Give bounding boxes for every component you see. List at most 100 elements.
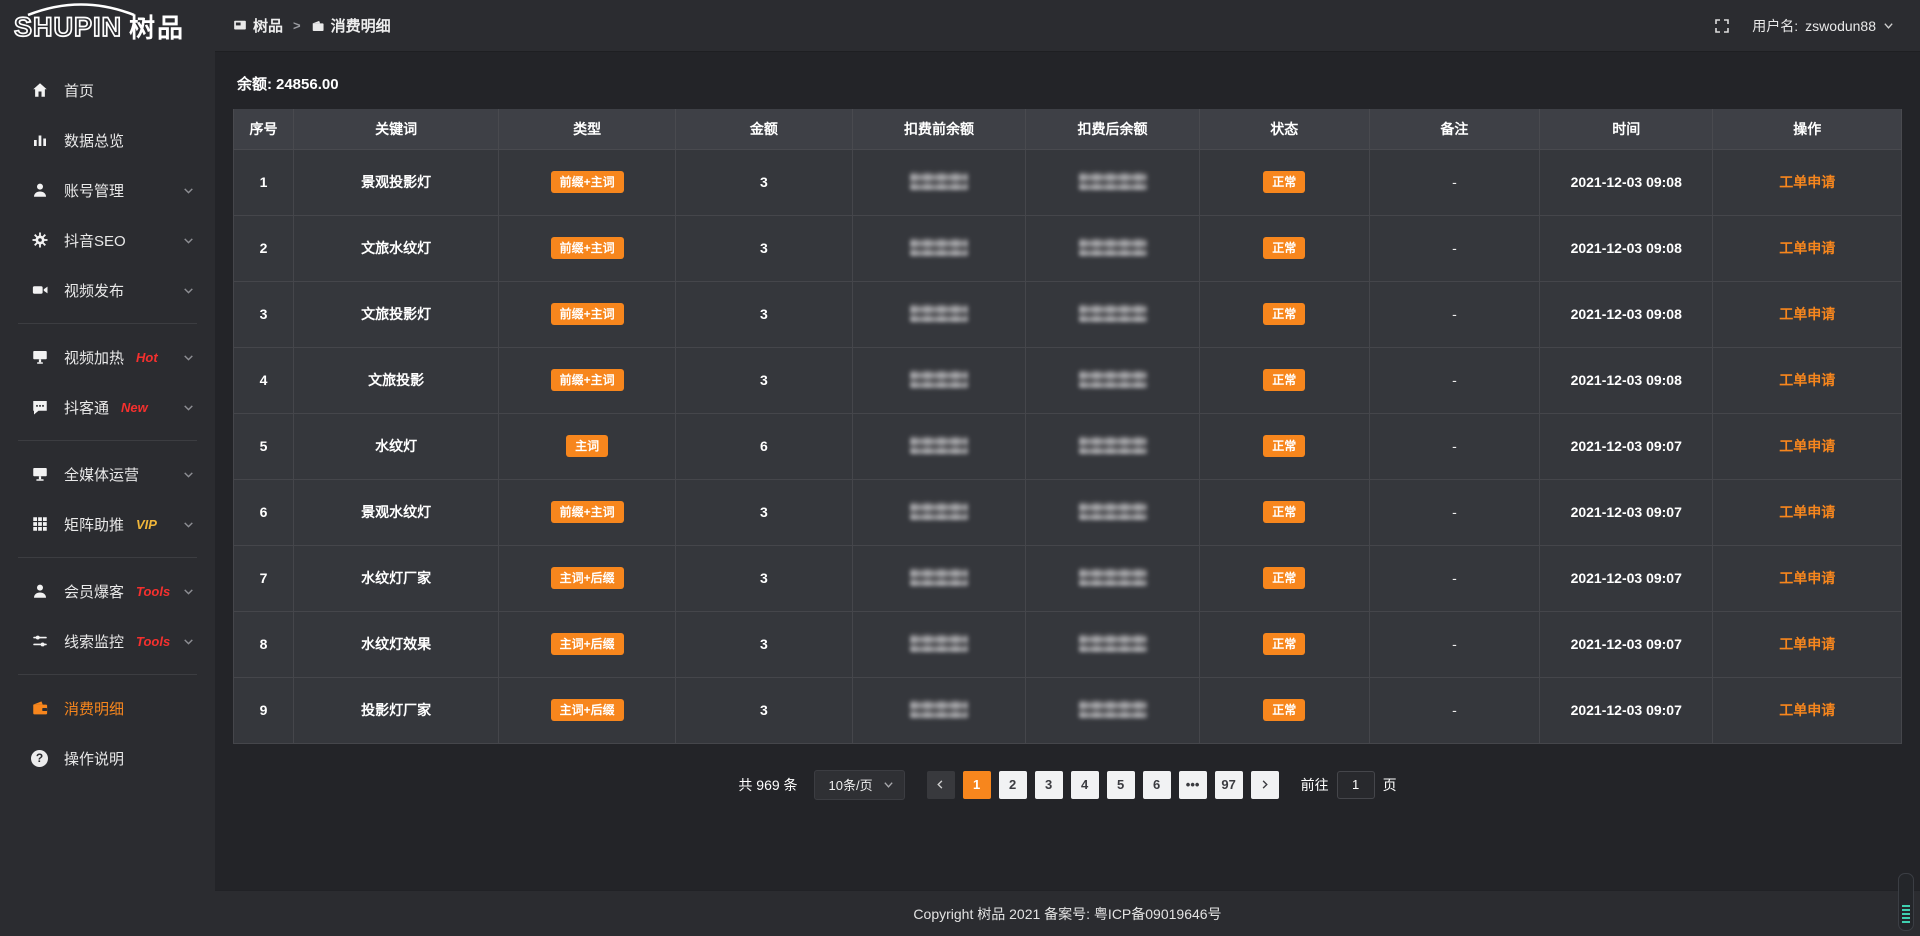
gear-icon (30, 231, 49, 250)
sidebar-item-matrix-boost[interactable]: 矩阵助推 VIP (0, 499, 215, 549)
brand-logo: SHUPIN 树品 (0, 0, 215, 51)
sidebar-item-label: 矩阵助推 (64, 514, 124, 535)
cell-status: 正常 (1199, 677, 1369, 743)
work-order-link[interactable]: 工单申请 (1779, 504, 1835, 520)
cell-time: 2021-12-03 09:08 (1539, 281, 1712, 347)
cell-balance-after (1026, 545, 1199, 611)
masked-value (910, 370, 968, 388)
vip-badge: VIP (136, 517, 157, 532)
work-order-link[interactable]: 工单申请 (1779, 240, 1835, 256)
page-button-6[interactable]: 6 (1143, 771, 1171, 799)
page-footer: Copyright 树品 2021 备案号: 粤ICP备09019646号 (215, 890, 1920, 936)
masked-value (1079, 634, 1147, 652)
service-widget[interactable] (1898, 873, 1914, 931)
page-button-3[interactable]: 3 (1035, 771, 1063, 799)
cell-index: 7 (234, 545, 294, 611)
chevron-down-icon (182, 351, 195, 364)
question-icon (30, 749, 49, 768)
sidebar-item-data-overview[interactable]: 数据总览 (0, 115, 215, 165)
goto-page: 前往 页 (1301, 771, 1397, 799)
prev-page-button[interactable] (927, 771, 955, 799)
cell-status: 正常 (1199, 611, 1369, 677)
copyright-text: Copyright 树品 2021 备案号: 粤ICP备09019646号 (913, 904, 1221, 924)
sidebar-item-label: 首页 (64, 80, 94, 101)
page-button-1[interactable]: 1 (963, 771, 991, 799)
cell-keyword: 水纹灯效果 (294, 611, 499, 677)
page-button-2[interactable]: 2 (999, 771, 1027, 799)
work-order-link[interactable]: 工单申请 (1779, 438, 1835, 454)
table-header-row: 序号 关键词 类型 金额 扣费前余额 扣费后余额 状态 备注 时间 操作 (234, 109, 1902, 149)
cell-keyword: 水纹灯 (294, 413, 499, 479)
cell-balance-before (852, 611, 1025, 677)
sidebar-item-omnimedia[interactable]: 全媒体运营 (0, 449, 215, 499)
sidebar-item-lead-monitor[interactable]: 线索监控 Tools (0, 616, 215, 666)
work-order-link[interactable]: 工单申请 (1779, 174, 1835, 190)
sidebar-item-label: 消费明细 (64, 698, 124, 719)
chevron-down-icon (182, 585, 195, 598)
cell-amount: 3 (676, 677, 853, 743)
bar-chart-icon (30, 131, 49, 150)
page-button-more[interactable]: ••• (1179, 771, 1207, 799)
table-row: 7 水纹灯厂家 主词+后缀 3 正常 - 2021-12-03 09:07 工单… (234, 545, 1902, 611)
screen-icon (30, 348, 49, 367)
cell-keyword: 水纹灯厂家 (294, 545, 499, 611)
sidebar-item-label: 视频加热 (64, 347, 124, 368)
page-button-4[interactable]: 4 (1071, 771, 1099, 799)
page-size-select[interactable]: 10条/页 (814, 770, 905, 800)
cell-amount: 3 (676, 347, 853, 413)
masked-value (1079, 370, 1147, 388)
cell-action: 工单申请 (1713, 149, 1902, 215)
sidebar-item-label: 数据总览 (64, 130, 124, 151)
sidebar-item-douyin-seo[interactable]: 抖音SEO (0, 215, 215, 265)
cell-status: 正常 (1199, 413, 1369, 479)
work-order-link[interactable]: 工单申请 (1779, 702, 1835, 718)
type-tag: 主词+后缀 (551, 633, 624, 655)
sidebar-item-account-mgmt[interactable]: 账号管理 (0, 165, 215, 215)
user-dropdown[interactable]: 用户名: zswodun88 (1752, 16, 1894, 36)
sidebar-item-video-heat[interactable]: 视频加热 Hot (0, 332, 215, 382)
masked-value (1079, 700, 1147, 718)
cell-index: 3 (234, 281, 294, 347)
breadcrumb-home[interactable]: 树品 (233, 15, 283, 36)
work-order-link[interactable]: 工单申请 (1779, 570, 1835, 586)
consumption-table: 序号 关键词 类型 金额 扣费前余额 扣费后余额 状态 备注 时间 操作 (233, 109, 1902, 744)
sidebar-item-member-burst[interactable]: 会员爆客 Tools (0, 566, 215, 616)
cell-amount: 3 (676, 149, 853, 215)
cell-time: 2021-12-03 09:07 (1539, 677, 1712, 743)
column-header-balance-after: 扣费后余额 (1026, 109, 1199, 149)
home-icon (30, 81, 49, 100)
sidebar-item-instructions[interactable]: 操作说明 (0, 733, 215, 783)
pagination: 共 969 条 10条/页 1 2 3 4 5 6 ••• 97 (233, 770, 1902, 800)
table-row: 8 水纹灯效果 主词+后缀 3 正常 - 2021-12-03 09:07 工单… (234, 611, 1902, 677)
goto-page-input[interactable] (1337, 771, 1375, 799)
status-tag: 正常 (1263, 369, 1305, 391)
next-page-button[interactable] (1251, 771, 1279, 799)
sliders-icon (30, 632, 49, 651)
breadcrumb-current: 消费明细 (311, 15, 391, 36)
work-order-link[interactable]: 工单申请 (1779, 372, 1835, 388)
work-order-link[interactable]: 工单申请 (1779, 636, 1835, 652)
sidebar-divider (18, 674, 197, 675)
new-badge: New (121, 400, 148, 415)
sidebar-item-label: 抖音SEO (64, 230, 126, 251)
cell-type: 主词+后缀 (499, 677, 676, 743)
sidebar-item-video-publish[interactable]: 视频发布 (0, 265, 215, 315)
cell-keyword: 景观水纹灯 (294, 479, 499, 545)
masked-value (1079, 436, 1147, 454)
cell-action: 工单申请 (1713, 545, 1902, 611)
table-row: 1 景观投影灯 前缀+主词 3 正常 - 2021-12-03 09:08 工单… (234, 149, 1902, 215)
fullscreen-icon[interactable] (1714, 18, 1730, 34)
sidebar-item-consumption-detail[interactable]: 消费明细 (0, 683, 215, 733)
page-button-97[interactable]: 97 (1215, 771, 1243, 799)
brand-logo-en: SHUPIN (14, 14, 122, 41)
sidebar-item-home[interactable]: 首页 (0, 65, 215, 115)
sidebar-item-label: 操作说明 (64, 748, 124, 769)
page-button-5[interactable]: 5 (1107, 771, 1135, 799)
wallet-icon (311, 19, 325, 33)
work-order-link[interactable]: 工单申请 (1779, 306, 1835, 322)
sidebar-item-label: 全媒体运营 (64, 464, 139, 485)
cell-action: 工单申请 (1713, 347, 1902, 413)
sidebar-item-doketong[interactable]: 抖客通 New (0, 382, 215, 432)
cell-action: 工单申请 (1713, 215, 1902, 281)
column-header-action: 操作 (1713, 109, 1902, 149)
